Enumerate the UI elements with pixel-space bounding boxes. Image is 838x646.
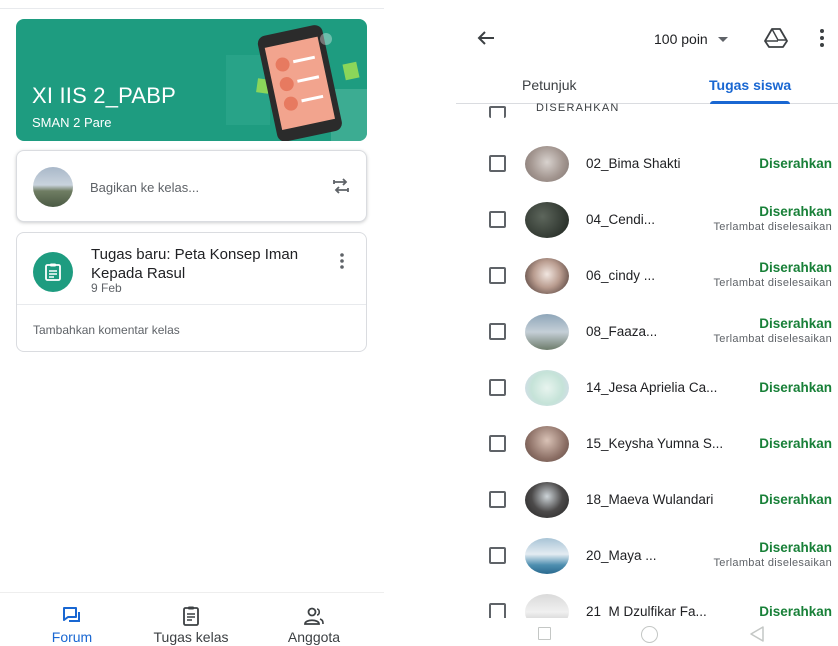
- student-checkbox[interactable]: [489, 435, 506, 452]
- home-icon[interactable]: [641, 626, 658, 643]
- student-row[interactable]: 18_Maeva Wulandari Diserahkan: [456, 472, 838, 528]
- submission-status: Diserahkan: [759, 540, 832, 555]
- student-row[interactable]: 15_Keysha Yumna S... Diserahkan: [456, 416, 838, 472]
- classwork-icon: [183, 606, 199, 626]
- post-date: 9 Feb: [91, 281, 122, 295]
- student-row[interactable]: 06_cindy ... Diserahkan Terlambat diselesa…: [456, 248, 838, 304]
- drive-icon[interactable]: [764, 27, 788, 49]
- submission-status: Diserahkan: [759, 204, 832, 219]
- class-title: XI IIS 2_PABP: [32, 83, 177, 108]
- points-value: 100 poin: [654, 31, 708, 47]
- submission-status: Diserahkan: [759, 380, 832, 395]
- student-name: 14_Jesa Aprielia Ca...: [586, 380, 718, 395]
- student-name: 20_Maya ...: [586, 548, 657, 563]
- avatar: [525, 202, 569, 238]
- nav-forum[interactable]: Forum: [12, 593, 132, 646]
- submission-status: Diserahkan: [759, 492, 832, 507]
- more-vert-icon[interactable]: [334, 251, 350, 271]
- banner-illustration: [226, 25, 367, 141]
- class-banner[interactable]: XI IIS 2_PABP SMAN 2 Pare: [16, 19, 367, 141]
- avatar: [525, 538, 569, 574]
- dropdown-caret-icon: [718, 37, 728, 42]
- back-arrow-icon[interactable]: [474, 26, 498, 50]
- system-navigation-bar: [456, 618, 838, 646]
- late-label: Terlambat diselesaikan: [713, 333, 832, 345]
- student-row[interactable]: 02_Bima Shakti Diserahkan: [456, 136, 838, 192]
- card-divider: [17, 304, 366, 305]
- avatar: [525, 314, 569, 350]
- late-label: Terlambat diselesaikan: [713, 277, 832, 289]
- student-checkbox[interactable]: [489, 211, 506, 228]
- student-row[interactable]: 14_Jesa Aprielia Ca... Diserahkan: [456, 360, 838, 416]
- section-header-row: DISERAHKAN: [456, 90, 838, 120]
- assignment-icon: [33, 252, 73, 292]
- bottom-navigation: Forum Tugas kelas Anggota: [0, 592, 384, 646]
- submission-status: Diserahkan: [759, 316, 832, 331]
- student-row[interactable]: 20_Maya ... Diserahkan Terlambat diselesai…: [456, 528, 838, 584]
- stream-screen: XI IIS 2_PABP SMAN 2 Pare Bagikan ke kel…: [0, 0, 384, 646]
- avatar: [33, 167, 73, 207]
- top-divider: [0, 8, 384, 9]
- student-row[interactable]: 08_Faaza... Diserahkan Terlambat diselesai…: [456, 304, 838, 360]
- avatar: [525, 370, 569, 406]
- student-work-screen: 100 poin Petunjuk Tugas siswa DISERAHKAN…: [456, 0, 838, 646]
- student-name: 02_Bima Shakti: [586, 156, 681, 171]
- avatar: [525, 146, 569, 182]
- student-checkbox[interactable]: [489, 267, 506, 284]
- student-checkbox[interactable]: [489, 491, 506, 508]
- student-checkbox[interactable]: [489, 155, 506, 172]
- student-checkbox[interactable]: [489, 547, 506, 564]
- submission-status: Diserahkan: [759, 604, 832, 619]
- nav-people[interactable]: Anggota: [254, 593, 374, 646]
- back-nav-icon[interactable]: [749, 625, 765, 643]
- add-class-comment[interactable]: Tambahkan komentar kelas: [33, 323, 180, 337]
- late-label: Terlambat diselesaikan: [713, 221, 832, 233]
- section-checkbox[interactable]: [489, 106, 506, 118]
- student-name: 04_Cendi...: [586, 212, 656, 227]
- points-dropdown[interactable]: 100 poin: [638, 24, 738, 54]
- student-checkbox[interactable]: [489, 379, 506, 396]
- avatar: [525, 482, 569, 518]
- submission-status: Diserahkan: [759, 436, 832, 451]
- student-name: 21_M Dzulfikar Fa...: [586, 604, 707, 619]
- student-checkbox[interactable]: [489, 323, 506, 340]
- avatar: [525, 426, 569, 462]
- student-name: 15_Keysha Yumna S...: [586, 436, 724, 451]
- class-subtitle: SMAN 2 Pare: [32, 115, 112, 130]
- forum-icon: [63, 607, 80, 622]
- assignment-post-card[interactable]: Tugas baru: Peta Konsep Iman Kepada Rasu…: [16, 232, 367, 352]
- section-header: DISERAHKAN: [536, 102, 620, 114]
- student-name: 18_Maeva Wulandari: [586, 492, 714, 507]
- recents-icon[interactable]: [538, 627, 551, 640]
- submission-status: Diserahkan: [759, 260, 832, 275]
- more-vert-icon[interactable]: [816, 27, 828, 49]
- student-name: 08_Faaza...: [586, 324, 658, 339]
- share-to-class-card[interactable]: Bagikan ke kelas...: [16, 150, 367, 222]
- avatar: [525, 258, 569, 294]
- nav-classwork[interactable]: Tugas kelas: [131, 593, 251, 646]
- share-placeholder[interactable]: Bagikan ke kelas...: [90, 180, 199, 195]
- post-title: Tugas baru: Peta Konsep Iman Kepada Rasu…: [91, 246, 299, 282]
- late-label: Terlambat diselesaikan: [713, 557, 832, 569]
- repost-icon[interactable]: [330, 175, 352, 197]
- student-row[interactable]: 04_Cendi... Diserahkan Terlambat diselesai…: [456, 192, 838, 248]
- submission-status: Diserahkan: [759, 156, 832, 171]
- student-name: 06_cindy ...: [586, 268, 656, 283]
- people-icon: [304, 607, 324, 625]
